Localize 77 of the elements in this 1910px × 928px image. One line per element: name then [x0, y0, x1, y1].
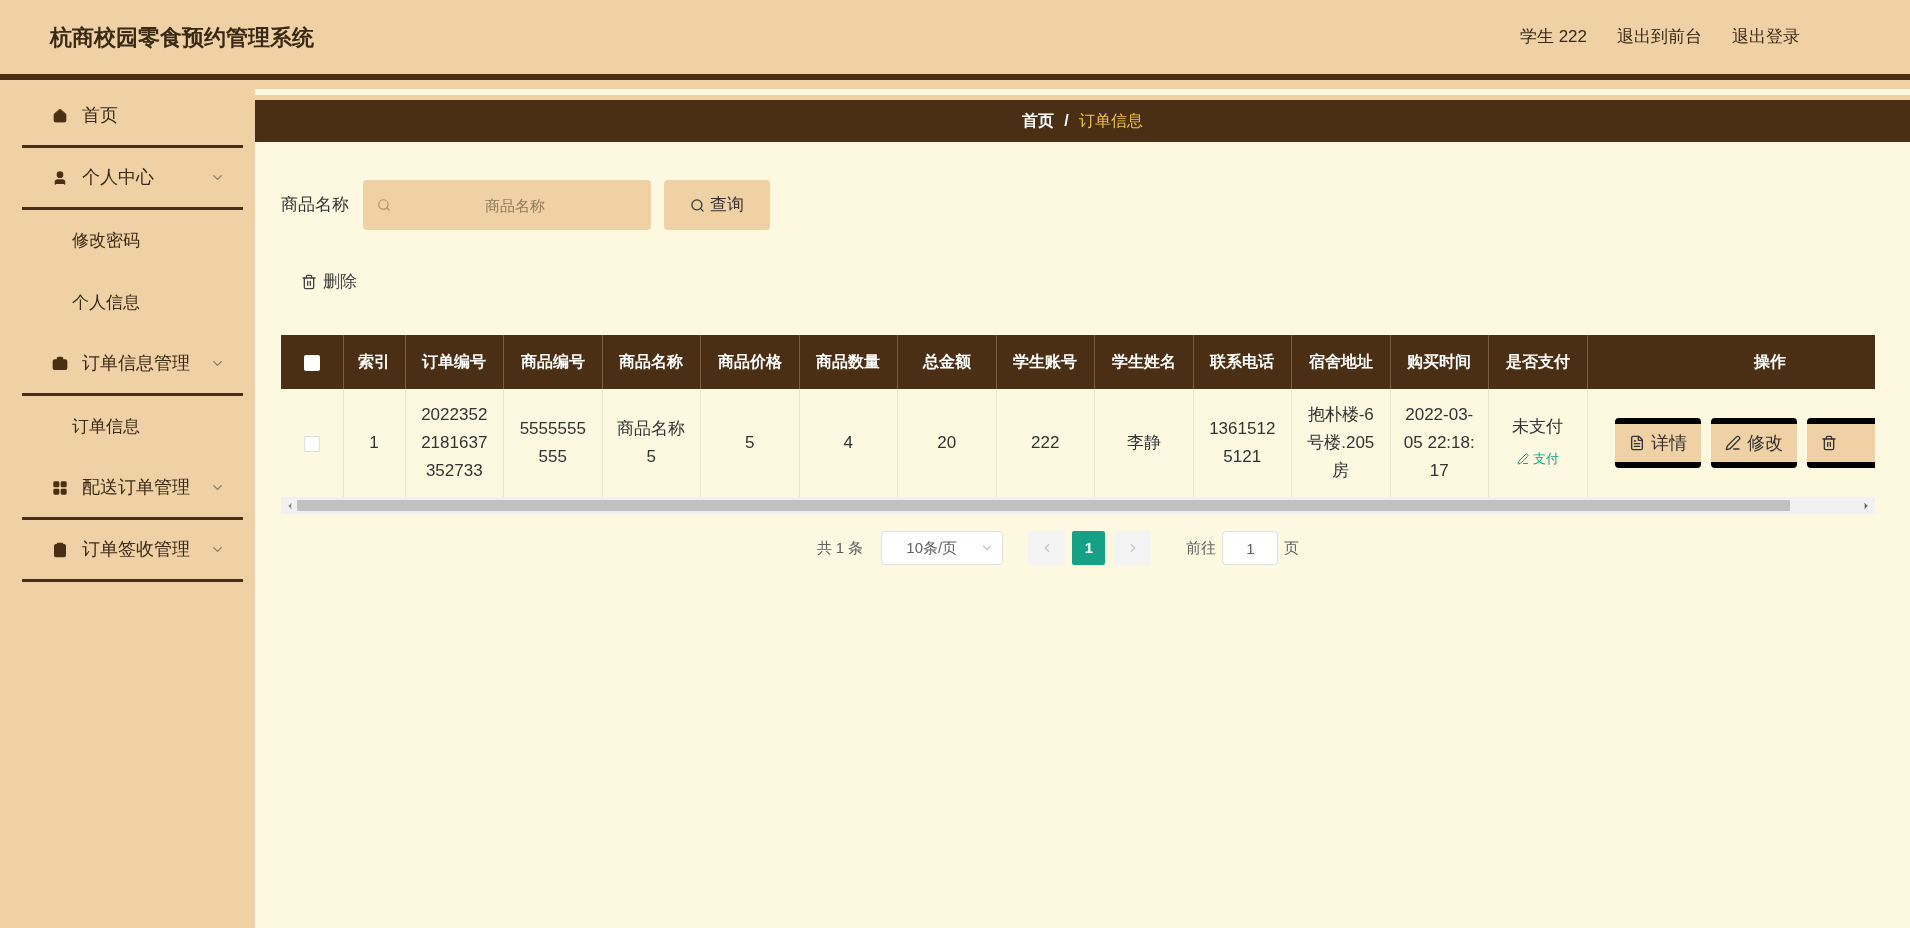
column-header: 订单编号 [405, 335, 504, 389]
table-cell-text: 1 [369, 432, 379, 454]
table-cell-text: 5 [745, 432, 755, 454]
menu-item[interactable]: 配送订单管理 [22, 458, 243, 520]
scroll-left-icon [285, 500, 295, 511]
search-field[interactable]: 商品名称 [363, 180, 651, 230]
submenu-item[interactable]: 修改密码 [0, 210, 255, 272]
scroll-right-icon [1861, 500, 1871, 511]
column-header: 商品编号 [503, 335, 602, 389]
column-header: 购买时间 [1390, 335, 1489, 389]
search-icon [377, 198, 391, 212]
column-header: 商品价格 [700, 335, 799, 389]
user-label: 学生 222 [1519, 26, 1587, 49]
column-header: 是否支付 [1488, 335, 1587, 389]
trash-icon [1820, 435, 1837, 451]
column-header: 商品名称 [602, 335, 701, 389]
menu-label: 首页 [82, 104, 118, 127]
header-link[interactable]: 退出到前台 [1617, 24, 1702, 50]
breadcrumb-item: 订单信息 [1078, 111, 1143, 131]
menu-icon [52, 355, 68, 372]
goto-page-field[interactable]: 1 [1222, 531, 1279, 565]
menu-item[interactable]: 首页 [22, 86, 243, 148]
submenu-item[interactable]: 个人信息 [0, 272, 255, 334]
search-button[interactable]: 查询 [664, 180, 770, 230]
menu-icon [52, 107, 68, 124]
prev-page-button[interactable] [1028, 531, 1066, 565]
menu-item[interactable]: 订单签收管理 [22, 520, 243, 582]
column-header: 宿舍地址 [1291, 335, 1390, 389]
page-size-select[interactable]: 10条/页 [881, 531, 1004, 565]
menu-icon [52, 541, 68, 558]
column-header: 学生姓名 [1094, 335, 1193, 389]
menu-icon [52, 169, 68, 186]
table-cell-text: 商品名称5 [616, 418, 687, 468]
table-cell-text: 2022-03-05 22:18:17 [1403, 404, 1475, 482]
column-header: 操作 [1587, 335, 1875, 389]
menu-item[interactable]: 订单信息管理 [22, 334, 243, 396]
action-button[interactable]: 详情 [1614, 418, 1701, 468]
submenu-item[interactable]: 订单信息 [0, 396, 255, 458]
page-unit-label: 页 [1284, 537, 1300, 558]
column-header: 联系电话 [1193, 335, 1292, 389]
table-cell-text: 5555555555 [518, 418, 587, 468]
table-cell-text: 抱朴楼-6号楼.205房 [1306, 404, 1376, 482]
menu-label: 配送订单管理 [82, 476, 190, 499]
goto-label: 前往 [1186, 537, 1217, 558]
app-title: 杭商校园零食预约管理系统 [50, 23, 314, 52]
breadcrumb-item[interactable]: 首页 [1022, 109, 1055, 133]
delete-button[interactable]: 删除 [301, 262, 357, 302]
breadcrumb-separator: / [1064, 111, 1069, 131]
search-label: 商品名称 [281, 194, 349, 217]
horizontal-scrollbar[interactable] [281, 497, 1875, 514]
pay-status: 未支付 [1511, 415, 1565, 438]
table-cell-text: 20223522181637352733 [420, 404, 489, 482]
table-cell-text: 20 [937, 432, 957, 454]
table-cell-text: 李静 [1126, 432, 1161, 454]
select-all-checkbox[interactable] [303, 354, 320, 371]
table-cell-text: 13615125121 [1208, 418, 1277, 468]
document-icon [1628, 435, 1645, 451]
menu-label: 个人中心 [82, 166, 154, 189]
column-header: 索引 [343, 335, 405, 389]
table-cell-text: 222 [1031, 432, 1060, 454]
menu-icon [52, 479, 68, 496]
header-link[interactable]: 退出登录 [1732, 24, 1800, 50]
menu-label: 订单签收管理 [82, 538, 190, 561]
column-header: 总金额 [897, 335, 996, 389]
edit-icon [1516, 452, 1529, 465]
edit-icon [1724, 435, 1741, 451]
table-cell-text: 4 [843, 432, 853, 454]
column-header: 学生账号 [996, 335, 1095, 389]
total-count: 共 1 条 [816, 537, 864, 558]
trash-icon [301, 274, 317, 290]
menu-item[interactable]: 个人中心 [22, 148, 243, 210]
column-header: 商品数量 [799, 335, 898, 389]
next-page-button[interactable] [1114, 531, 1152, 565]
row-checkbox[interactable] [303, 435, 320, 452]
search-icon [690, 197, 705, 213]
menu-label: 订单信息管理 [82, 352, 190, 375]
action-button[interactable]: 修改 [1710, 418, 1797, 468]
